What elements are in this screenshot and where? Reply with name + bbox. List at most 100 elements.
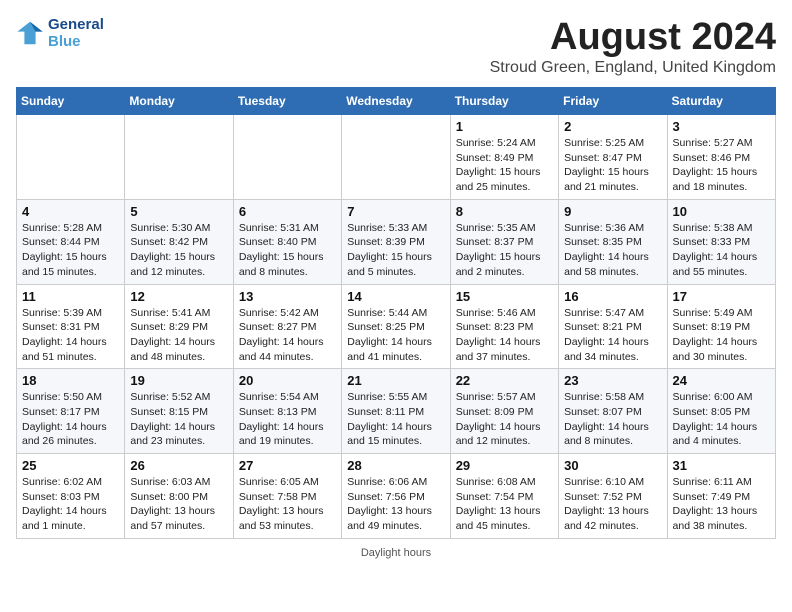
logo-text-line2: Blue <box>48 33 104 50</box>
calendar-cell: 11 Sunrise: 5:39 AM Sunset: 8:31 PM Dayli… <box>17 284 125 369</box>
week-row-5: 25 Sunrise: 6:02 AM Sunset: 8:03 PM Dayli… <box>17 454 776 539</box>
calendar-cell <box>125 115 233 200</box>
calendar-cell: 30Sunrise: 6:10 AM Sunset: 7:52 PM Dayli… <box>559 454 667 539</box>
day-number: 21 <box>347 373 444 388</box>
day-number: 10 <box>673 204 770 219</box>
calendar-cell: 22 Sunrise: 5:57 AM Sunset: 8:09 PM Dayli… <box>450 369 558 454</box>
week-row-1: 1 Sunrise: 5:24 AM Sunset: 8:49 PM Daylig… <box>17 115 776 200</box>
day-number: 18 <box>22 373 119 388</box>
day-number: 8 <box>456 204 553 219</box>
calendar-cell: 26 Sunrise: 6:03 AM Sunset: 8:00 PM Dayli… <box>125 454 233 539</box>
day-number: 13 <box>239 289 336 304</box>
day-number: 28 <box>347 458 444 473</box>
calendar-cell: 14 Sunrise: 5:44 AM Sunset: 8:25 PM Dayli… <box>342 284 450 369</box>
calendar-cell: 20 Sunrise: 5:54 AM Sunset: 8:13 PM Dayli… <box>233 369 341 454</box>
day-number: 20 <box>239 373 336 388</box>
day-number: 31 <box>673 458 770 473</box>
day-info: Sunrise: 5:41 AM Sunset: 8:29 PM Dayligh… <box>130 306 227 365</box>
day-info: Sunrise: 5:55 AM Sunset: 8:11 PM Dayligh… <box>347 390 444 449</box>
calendar-cell: 18 Sunrise: 5:50 AM Sunset: 8:17 PM Dayli… <box>17 369 125 454</box>
day-number: 7 <box>347 204 444 219</box>
week-row-4: 18 Sunrise: 5:50 AM Sunset: 8:17 PM Dayli… <box>17 369 776 454</box>
day-number: 2 <box>564 119 661 134</box>
day-number: 19 <box>130 373 227 388</box>
calendar-header-row: SundayMondayTuesdayWednesdayThursdayFrid… <box>17 88 776 115</box>
column-header-wednesday: Wednesday <box>342 88 450 115</box>
day-number: 14 <box>347 289 444 304</box>
calendar-cell: 28 Sunrise: 6:06 AM Sunset: 7:56 PM Dayli… <box>342 454 450 539</box>
day-number: 25 <box>22 458 119 473</box>
calendar-cell: 10 Sunrise: 5:38 AM Sunset: 8:33 PM Dayli… <box>667 199 775 284</box>
day-info: Sunrise: 5:44 AM Sunset: 8:25 PM Dayligh… <box>347 306 444 365</box>
day-number: 1 <box>456 119 553 134</box>
calendar-cell: 15Sunrise: 5:46 AM Sunset: 8:23 PM Dayli… <box>450 284 558 369</box>
day-number: 6 <box>239 204 336 219</box>
calendar-cell: 27Sunrise: 6:05 AM Sunset: 7:58 PM Dayli… <box>233 454 341 539</box>
day-info: Sunrise: 6:11 AM Sunset: 7:49 PM Dayligh… <box>673 475 770 534</box>
day-number: 9 <box>564 204 661 219</box>
column-header-monday: Monday <box>125 88 233 115</box>
day-info: Sunrise: 5:50 AM Sunset: 8:17 PM Dayligh… <box>22 390 119 449</box>
day-number: 22 <box>456 373 553 388</box>
day-number: 17 <box>673 289 770 304</box>
day-info: Sunrise: 6:05 AM Sunset: 7:58 PM Dayligh… <box>239 475 336 534</box>
day-number: 11 <box>22 289 119 304</box>
day-info: Sunrise: 6:03 AM Sunset: 8:00 PM Dayligh… <box>130 475 227 534</box>
day-info: Sunrise: 5:33 AM Sunset: 8:39 PM Dayligh… <box>347 221 444 280</box>
calendar-cell <box>233 115 341 200</box>
day-info: Sunrise: 5:58 AM Sunset: 8:07 PM Dayligh… <box>564 390 661 449</box>
calendar-cell: 8Sunrise: 5:35 AM Sunset: 8:37 PM Daylig… <box>450 199 558 284</box>
day-info: Sunrise: 5:54 AM Sunset: 8:13 PM Dayligh… <box>239 390 336 449</box>
calendar-cell: 5Sunrise: 5:30 AM Sunset: 8:42 PM Daylig… <box>125 199 233 284</box>
day-info: Sunrise: 5:25 AM Sunset: 8:47 PM Dayligh… <box>564 136 661 195</box>
calendar-cell: 6 Sunrise: 5:31 AM Sunset: 8:40 PM Daylig… <box>233 199 341 284</box>
logo: General Blue <box>16 16 104 51</box>
calendar-cell: 1 Sunrise: 5:24 AM Sunset: 8:49 PM Daylig… <box>450 115 558 200</box>
day-info: Sunrise: 5:24 AM Sunset: 8:49 PM Dayligh… <box>456 136 553 195</box>
week-row-2: 4Sunrise: 5:28 AM Sunset: 8:44 PM Daylig… <box>17 199 776 284</box>
calendar-cell: 24Sunrise: 6:00 AM Sunset: 8:05 PM Dayli… <box>667 369 775 454</box>
calendar-cell: 31 Sunrise: 6:11 AM Sunset: 7:49 PM Dayli… <box>667 454 775 539</box>
day-info: Sunrise: 5:28 AM Sunset: 8:44 PM Dayligh… <box>22 221 119 280</box>
calendar-cell <box>342 115 450 200</box>
day-info: Sunrise: 5:36 AM Sunset: 8:35 PM Dayligh… <box>564 221 661 280</box>
calendar-cell: 16 Sunrise: 5:47 AM Sunset: 8:21 PM Dayli… <box>559 284 667 369</box>
day-number: 12 <box>130 289 227 304</box>
calendar-cell <box>17 115 125 200</box>
day-number: 23 <box>564 373 661 388</box>
calendar-cell: 19Sunrise: 5:52 AM Sunset: 8:15 PM Dayli… <box>125 369 233 454</box>
calendar-table: SundayMondayTuesdayWednesdayThursdayFrid… <box>16 87 776 539</box>
day-number: 16 <box>564 289 661 304</box>
calendar-cell: 9 Sunrise: 5:36 AM Sunset: 8:35 PM Daylig… <box>559 199 667 284</box>
calendar-cell: 13 Sunrise: 5:42 AM Sunset: 8:27 PM Dayli… <box>233 284 341 369</box>
calendar-cell: 29Sunrise: 6:08 AM Sunset: 7:54 PM Dayli… <box>450 454 558 539</box>
day-info: Sunrise: 6:10 AM Sunset: 7:52 PM Dayligh… <box>564 475 661 534</box>
day-info: Sunrise: 5:46 AM Sunset: 8:23 PM Dayligh… <box>456 306 553 365</box>
day-info: Sunrise: 5:31 AM Sunset: 8:40 PM Dayligh… <box>239 221 336 280</box>
day-info: Sunrise: 6:02 AM Sunset: 8:03 PM Dayligh… <box>22 475 119 534</box>
month-title: August 2024 <box>490 16 776 59</box>
day-info: Sunrise: 5:30 AM Sunset: 8:42 PM Dayligh… <box>130 221 227 280</box>
title-section: August 2024 Stroud Green, England, Unite… <box>490 16 776 77</box>
column-header-saturday: Saturday <box>667 88 775 115</box>
day-info: Sunrise: 5:38 AM Sunset: 8:33 PM Dayligh… <box>673 221 770 280</box>
column-header-tuesday: Tuesday <box>233 88 341 115</box>
day-info: Sunrise: 5:57 AM Sunset: 8:09 PM Dayligh… <box>456 390 553 449</box>
calendar-cell: 25 Sunrise: 6:02 AM Sunset: 8:03 PM Dayli… <box>17 454 125 539</box>
day-info: Sunrise: 6:00 AM Sunset: 8:05 PM Dayligh… <box>673 390 770 449</box>
day-number: 26 <box>130 458 227 473</box>
calendar-cell: 7 Sunrise: 5:33 AM Sunset: 8:39 PM Daylig… <box>342 199 450 284</box>
calendar-cell: 12 Sunrise: 5:41 AM Sunset: 8:29 PM Dayli… <box>125 284 233 369</box>
day-info: Sunrise: 5:47 AM Sunset: 8:21 PM Dayligh… <box>564 306 661 365</box>
column-header-friday: Friday <box>559 88 667 115</box>
column-header-sunday: Sunday <box>17 88 125 115</box>
day-info: Sunrise: 6:06 AM Sunset: 7:56 PM Dayligh… <box>347 475 444 534</box>
calendar-cell: 2 Sunrise: 5:25 AM Sunset: 8:47 PM Daylig… <box>559 115 667 200</box>
day-number: 29 <box>456 458 553 473</box>
day-info: Sunrise: 5:39 AM Sunset: 8:31 PM Dayligh… <box>22 306 119 365</box>
day-info: Sunrise: 5:42 AM Sunset: 8:27 PM Dayligh… <box>239 306 336 365</box>
calendar-cell: 23 Sunrise: 5:58 AM Sunset: 8:07 PM Dayli… <box>559 369 667 454</box>
day-info: Sunrise: 5:49 AM Sunset: 8:19 PM Dayligh… <box>673 306 770 365</box>
footer-note: Daylight hours <box>16 547 776 559</box>
calendar-cell: 21 Sunrise: 5:55 AM Sunset: 8:11 PM Dayli… <box>342 369 450 454</box>
